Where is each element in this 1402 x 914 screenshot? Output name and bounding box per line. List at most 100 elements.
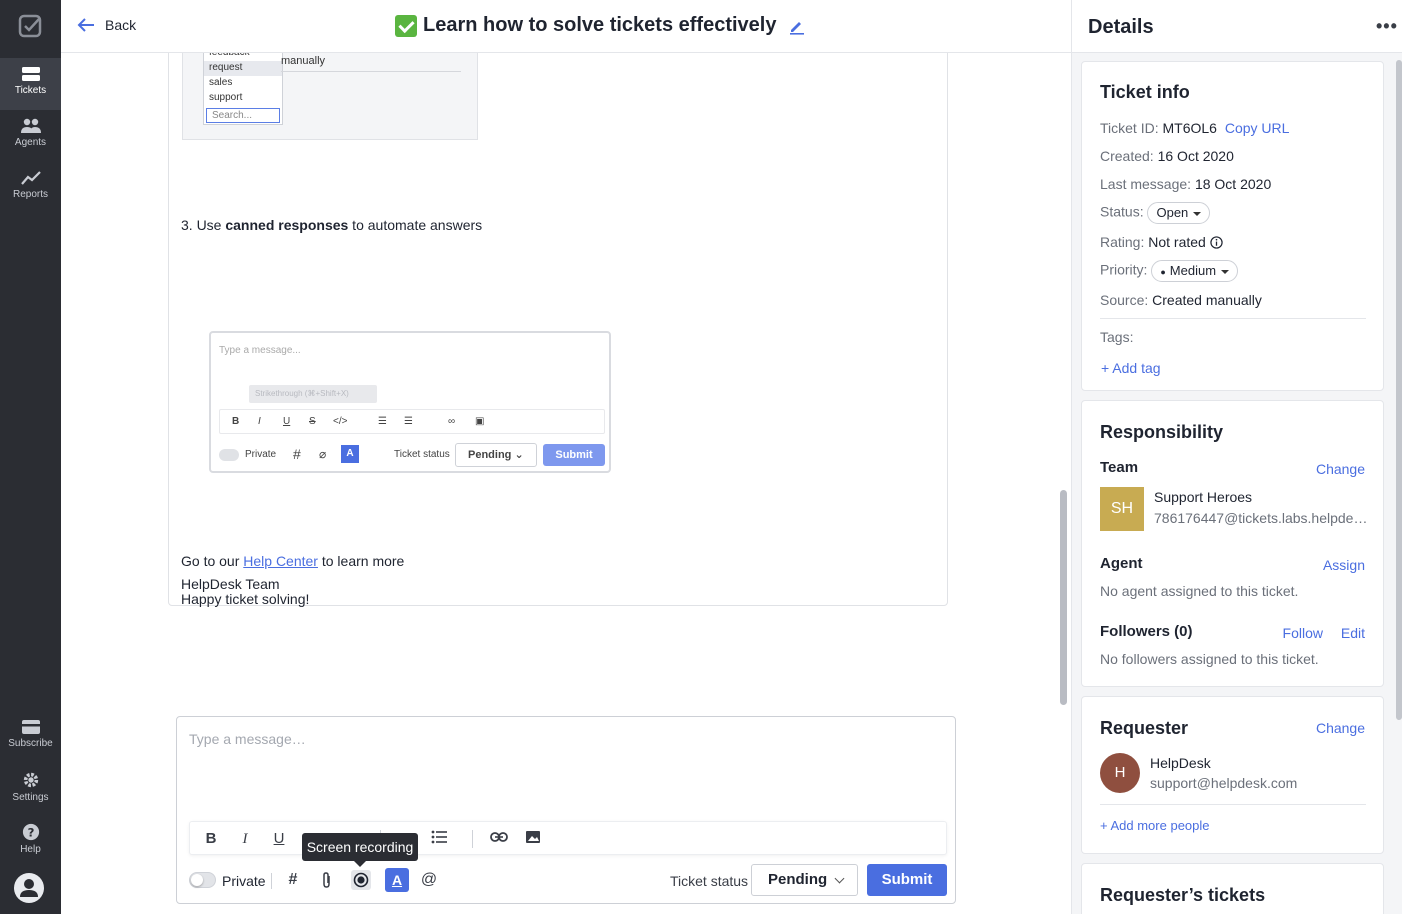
nav-tickets[interactable]: Tickets <box>0 58 61 110</box>
embedded-tooltip: Strikethrough (⌘+Shift+X) <box>249 385 377 403</box>
back-button[interactable]: Back <box>77 17 136 33</box>
embedded-bottom-row: Private # ⌀ A Ticket status Pending ⌄ Su… <box>219 443 605 468</box>
closing-text: Happy ticket solving! <box>181 591 310 607</box>
details-header: Details ••• <box>1072 0 1402 53</box>
ticket-status-select[interactable]: Pending <box>751 864 858 896</box>
ordered-list-icon: ☰ <box>378 416 387 427</box>
embedded-submit: Submit <box>543 444 605 466</box>
user-icon <box>20 879 38 897</box>
created-key: Created: <box>1100 148 1154 164</box>
last-message-value: 18 Oct 2020 <box>1194 176 1272 192</box>
requester-card: Requester Change H HelpDesk support@help… <box>1081 696 1384 854</box>
attachment-button[interactable] <box>317 870 337 890</box>
paperclip-icon <box>323 872 330 888</box>
priority-dropdown[interactable]: ● Medium <box>1151 260 1239 282</box>
copy-url-link[interactable]: Copy URL <box>1225 120 1290 136</box>
helpdesk-logo-icon[interactable] <box>18 14 42 38</box>
follow-link[interactable]: Follow <box>1283 625 1323 641</box>
requester-avatar: H <box>1100 753 1140 793</box>
dropdown-item: feedback <box>204 53 282 61</box>
ticket-id-key: Ticket ID: <box>1100 120 1159 136</box>
info-icon[interactable] <box>1210 236 1223 249</box>
team-change-link[interactable]: Change <box>1316 461 1365 477</box>
text-color-icon: A <box>341 445 359 463</box>
add-more-people-link[interactable]: + Add more people <box>1100 818 1210 833</box>
ticket-header: Back Learn how to solve tickets effectiv… <box>61 0 1071 53</box>
page-title: Learn how to solve tickets effectively <box>395 14 806 37</box>
text-color-button[interactable]: A <box>385 868 409 892</box>
dropdown-item: request <box>204 61 282 76</box>
message-composer[interactable]: Type a message… B I U Private # A @ Tick… <box>176 716 956 904</box>
nav-settings-label: Settings <box>12 792 49 803</box>
edit-pencil-icon[interactable] <box>788 17 806 35</box>
add-tag-link[interactable]: + Add tag <box>1101 360 1161 376</box>
mention-button[interactable]: @ <box>419 870 439 890</box>
nav-reports[interactable]: Reports <box>0 162 61 214</box>
message-input[interactable]: Type a message… <box>189 731 306 747</box>
dropdown-item: support <box>209 92 243 103</box>
edit-followers-link[interactable]: Edit <box>1341 625 1365 641</box>
tags-key: Tags: <box>1100 329 1134 345</box>
italic-button[interactable]: I <box>236 830 254 848</box>
gear-icon <box>23 772 38 788</box>
nav-settings[interactable]: Settings <box>0 763 61 815</box>
strikethrough-icon: S <box>309 416 316 427</box>
nav-tickets-label: Tickets <box>14 85 47 96</box>
status-value: Open <box>1156 205 1189 220</box>
no-agent-text: No agent assigned to this ticket. <box>1100 583 1299 599</box>
step-3-bold: canned responses <box>225 217 349 233</box>
embedded-toolbar: B I U S </> ☰ ☰ ∞ ▣ <box>219 409 605 434</box>
link-button[interactable] <box>490 830 508 848</box>
more-options-icon[interactable]: ••• <box>1376 16 1398 37</box>
goto-prefix: Go to our <box>181 553 244 569</box>
source-row: Source: Created manually <box>1100 292 1262 308</box>
conversation-scrollbar-thumb[interactable] <box>1060 490 1067 705</box>
embedded-status-value: Pending <box>468 449 512 461</box>
user-avatar[interactable] <box>14 873 44 903</box>
bullet-list-button[interactable] <box>430 830 448 848</box>
underline-button[interactable]: U <box>270 830 288 848</box>
status-dropdown[interactable]: Open <box>1147 202 1211 224</box>
followers-label: Followers (0) <box>1100 623 1193 640</box>
agents-icon <box>20 118 41 133</box>
signature-text: HelpDesk Team <box>181 576 280 592</box>
reports-icon <box>20 171 41 185</box>
toolbar-separator <box>472 830 473 848</box>
priority-row: Priority: ● Medium <box>1100 260 1239 282</box>
back-label: Back <box>105 17 137 33</box>
embedded-private-toggle <box>219 449 239 461</box>
responsibility-card: Responsibility Team Change SH Support He… <box>1081 400 1384 687</box>
conversation-area[interactable]: feedback request sales support Search...… <box>61 53 1071 914</box>
goto-suffix: to learn more <box>317 553 405 569</box>
ticket-info-divider <box>1100 318 1366 319</box>
dropdown-search: Search... <box>206 108 280 123</box>
help-center-link[interactable]: Help Center <box>243 553 318 569</box>
ticket-info-heading: Ticket info <box>1100 82 1190 102</box>
responsibility-heading: Responsibility <box>1100 422 1224 442</box>
details-scrollbar[interactable] <box>1396 60 1402 720</box>
hashtag-button[interactable]: # <box>283 870 303 890</box>
details-title: Details <box>1088 16 1154 38</box>
requester-change-link[interactable]: Change <box>1316 720 1365 736</box>
check-mark-icon <box>395 14 417 37</box>
link-icon: ∞ <box>448 416 456 427</box>
tickets-icon <box>21 67 40 81</box>
code-icon: </> <box>333 416 348 427</box>
underline-icon: U <box>283 416 291 427</box>
bold-button[interactable]: B <box>202 830 220 848</box>
nav-agents[interactable]: Agents <box>0 110 61 162</box>
requester-tickets-heading: Requester’s tickets <box>1100 885 1266 905</box>
agent-label: Agent <box>1100 555 1143 572</box>
at-sign-icon: @ <box>420 871 438 888</box>
image-icon <box>526 831 540 843</box>
nav-subscribe[interactable]: Subscribe <box>0 711 61 763</box>
screen-recording-button[interactable] <box>351 870 371 890</box>
private-toggle[interactable] <box>189 872 216 888</box>
assign-agent-link[interactable]: Assign <box>1323 557 1365 573</box>
tags-row: Tags: <box>1100 329 1133 345</box>
dropdown-item: sales <box>209 77 233 88</box>
nav-subscribe-label: Subscribe <box>8 738 53 749</box>
nav-help[interactable]: ? Help <box>0 815 61 867</box>
image-button[interactable] <box>524 830 542 848</box>
submit-button[interactable]: Submit <box>867 864 947 896</box>
